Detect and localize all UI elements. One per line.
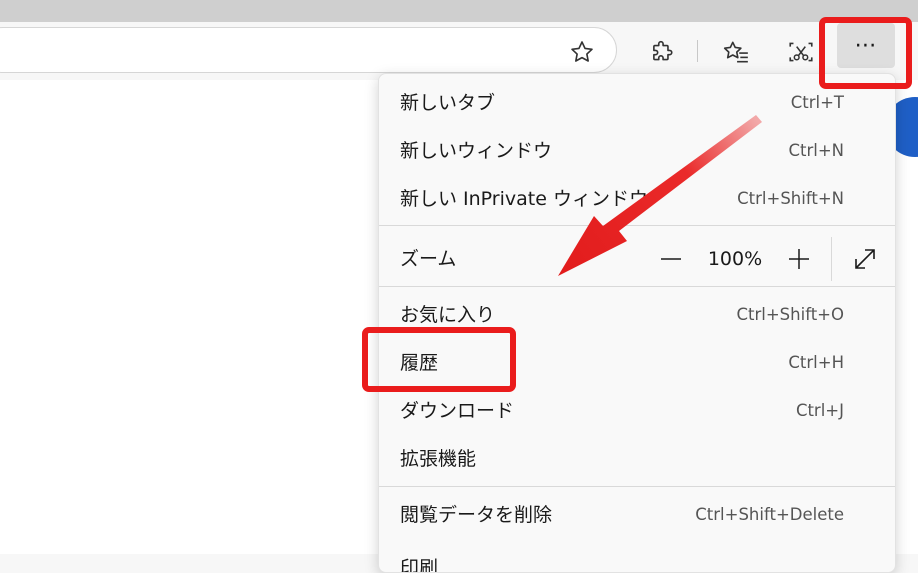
address-bar[interactable] — [0, 27, 617, 73]
zoom-in-button[interactable] — [779, 239, 819, 279]
fullscreen-button[interactable] — [845, 239, 885, 279]
title-bar — [0, 0, 918, 22]
menu-item-shortcut: Ctrl+Shift+N — [737, 189, 844, 208]
menu-item-clear-browsing-data[interactable]: 閲覧データを削除 Ctrl+Shift+Delete — [379, 491, 895, 539]
expand-icon — [855, 249, 875, 269]
settings-menu: 新しいタブ Ctrl+T 新しいウィンドウ Ctrl+N 新しい InPriva… — [378, 73, 896, 573]
star-icon — [571, 41, 593, 62]
favorite-star-button[interactable] — [565, 35, 599, 69]
menu-item-label: 新しいタブ — [400, 92, 496, 114]
menu-item-shortcut: Ctrl+H — [788, 353, 844, 372]
menu-item-label: 閲覧データを削除 — [400, 504, 553, 526]
menu-item-label: 拡張機能 — [400, 448, 477, 470]
extensions-button[interactable] — [645, 35, 679, 69]
menu-item-new-inprivate-window[interactable]: 新しい InPrivate ウィンドウ Ctrl+Shift+N — [379, 175, 895, 223]
more-icon: ⋯ — [854, 33, 878, 58]
favorites-button[interactable] — [718, 35, 754, 69]
menu-item-downloads[interactable]: ダウンロード Ctrl+J — [379, 387, 895, 435]
settings-and-more-button[interactable]: ⋯ — [837, 23, 895, 68]
menu-item-new-tab[interactable]: 新しいタブ Ctrl+T — [379, 79, 895, 127]
menu-item-print[interactable]: 印刷 — [400, 544, 438, 572]
plus-icon — [789, 249, 809, 269]
menu-item-shortcut: Ctrl+J — [795, 401, 844, 420]
menu-item-new-window[interactable]: 新しいウィンドウ Ctrl+N — [379, 127, 895, 175]
menu-divider — [379, 486, 895, 487]
web-capture-button[interactable] — [783, 35, 819, 69]
zoom-out-button[interactable] — [651, 239, 691, 279]
menu-item-favorites[interactable]: お気に入り Ctrl+Shift+O — [379, 291, 895, 339]
menu-item-label: お気に入り — [400, 304, 496, 326]
zoom-separator — [831, 237, 832, 281]
minus-icon — [661, 258, 681, 260]
toolbar-separator — [697, 40, 698, 62]
menu-item-shortcut: Ctrl+Shift+O — [736, 305, 845, 324]
menu-item-shortcut: Ctrl+T — [790, 93, 844, 112]
menu-item-shortcut: Ctrl+N — [788, 141, 844, 160]
menu-divider — [379, 225, 895, 226]
web-capture-icon — [789, 42, 813, 62]
menu-divider — [379, 286, 895, 287]
menu-item-label: 新しい InPrivate ウィンドウ — [400, 188, 648, 210]
menu-item-label: ダウンロード — [400, 400, 515, 422]
zoom-row: ズーム 100% — [379, 232, 895, 286]
puzzle-icon — [653, 40, 673, 61]
favorites-icon — [723, 41, 748, 63]
zoom-level: 100% — [707, 248, 763, 270]
menu-item-history[interactable]: 履歴 Ctrl+H — [379, 339, 895, 387]
zoom-label: ズーム — [400, 248, 457, 270]
menu-item-extensions[interactable]: 拡張機能 — [379, 435, 895, 483]
menu-item-label: 履歴 — [400, 352, 439, 374]
menu-item-label: 新しいウィンドウ — [400, 140, 553, 162]
menu-item-shortcut: Ctrl+Shift+Delete — [695, 505, 844, 524]
browser-toolbar — [0, 22, 918, 80]
